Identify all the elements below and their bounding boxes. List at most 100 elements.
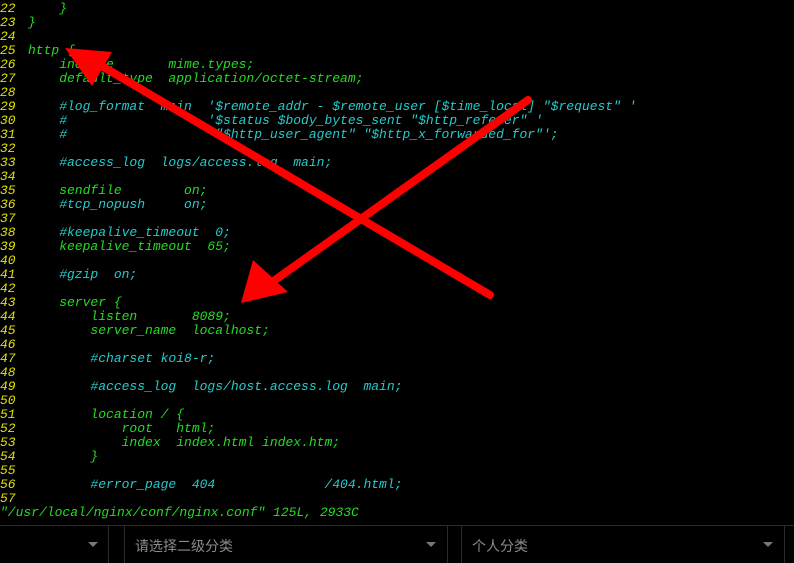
code-comment: #access_log logs/host.access.log main; [28,379,403,394]
code-line: 48 [0,366,28,380]
code-text: index index.html index.htm; [28,435,341,450]
line-number: 30 [0,113,16,128]
code-line: 39 keepalive_timeout 65; [0,240,231,254]
code-line: 43 server { [0,296,122,310]
personal-category-select[interactable]: 个人分类 [461,526,785,563]
line-number: 42 [0,281,16,296]
line-number: 46 [0,337,16,352]
line-number: 35 [0,183,16,198]
code-line: 27 default_type application/octet-stream… [0,72,363,86]
code-line: 42 [0,282,28,296]
code-line: 40 [0,254,28,268]
line-number: 23 [0,15,16,30]
code-line: 50 [0,394,28,408]
line-number: 48 [0,365,16,380]
line-number: 49 [0,379,16,394]
code-line: 36 #tcp_nopush on; [0,198,207,212]
chevron-down-icon [426,542,436,547]
line-number: 40 [0,253,16,268]
line-number: 27 [0,71,16,86]
code-line: 57 [0,492,28,506]
personal-category-value: 个人分类 [472,539,528,555]
code-line: 35 sendfile on; [0,184,207,198]
code-line: 41 #gzip on; [0,268,137,282]
line-number: 47 [0,351,16,366]
code-text: root html; [28,421,216,436]
code-text: server { [28,295,122,310]
code-text: keepalive_timeout 65; [28,239,231,254]
code-text: include mime.types; [28,57,255,72]
line-number: 52 [0,421,16,436]
line-number: 41 [0,267,16,282]
code-comment: #access_log logs/access.log main; [28,155,333,170]
line-number: 37 [0,211,16,226]
line-number: 33 [0,155,16,170]
code-line: 37 [0,212,28,226]
code-line: 34 [0,170,28,184]
code-line: 22 } [0,2,67,16]
line-number: 38 [0,225,16,240]
code-text: location / { [28,407,185,422]
line-number: 29 [0,99,16,114]
code-comment: # '$status $body_bytes_sent "$http_refer… [28,113,543,128]
code-text: } [28,1,68,16]
line-number: 54 [0,449,16,464]
code-line: 54 } [0,450,98,464]
code-line: 45 server_name localhost; [0,324,270,338]
line-number: 32 [0,141,16,156]
code-text: server_name localhost; [28,323,270,338]
chevron-down-icon [763,542,773,547]
code-line: 46 [0,338,28,352]
line-number: 43 [0,295,16,310]
code-line: 31 # '"$http_user_agent" "$http_x_forwar… [0,128,559,142]
code-comment: #error_page 404 /404.html; [28,477,403,492]
code-line: 56 #error_page 404 /404.html; [0,478,402,492]
secondary-category-select[interactable]: 请选择二级分类 [124,526,448,563]
vim-status-line: "/usr/local/nginx/conf/nginx.conf" 125L,… [0,505,359,520]
code-line: 47 #charset koi8-r; [0,352,215,366]
code-comment: # '"$http_user_agent" "$http_x_forwarded… [28,127,559,142]
code-line: 33 #access_log logs/access.log main; [0,156,332,170]
code-line: 55 [0,464,28,478]
code-line: 23} [0,16,36,30]
line-number: 26 [0,57,16,72]
line-number: 50 [0,393,16,408]
line-number: 39 [0,239,16,254]
code-line: 38 #keepalive_timeout 0; [0,226,231,240]
terminal-vim-editor[interactable]: 22 } 23} 24 25 http {26 include mime.types; 2… [0,0,794,524]
code-text: sendfile on; [28,183,208,198]
line-number: 25 [0,43,16,58]
line-number: 31 [0,127,16,142]
code-comment: #log_format main '$remote_addr - $remote… [28,99,637,114]
line-number: 44 [0,309,16,324]
code-line: 51 location / { [0,408,184,422]
line-number: 51 [0,407,16,422]
primary-category-select[interactable] [0,526,109,563]
code-line: 28 [0,86,28,100]
code-line: 25 http { [0,44,75,58]
line-number: 24 [0,29,16,44]
code-text: default_type application/octet-stream; [28,71,364,86]
code-line: 30 # '$status $body_bytes_sent "$http_re… [0,114,543,128]
secondary-category-placeholder: 请选择二级分类 [135,539,233,555]
line-number: 45 [0,323,16,338]
code-line: 53 index index.html index.htm; [0,436,340,450]
code-line: 52 root html; [0,422,215,436]
line-number: 53 [0,435,16,450]
line-number: 28 [0,85,16,100]
code-comment: #keepalive_timeout 0; [28,225,231,240]
line-number: 34 [0,169,16,184]
code-line: 29 #log_format main '$remote_addr - $rem… [0,100,637,114]
code-line: 24 [0,30,28,44]
line-number: 22 [0,1,16,16]
line-number: 56 [0,477,16,492]
code-text: listen 8089; [28,309,231,324]
code-text: } [28,15,36,30]
code-comment: #charset koi8-r; [28,351,216,366]
code-line: 44 listen 8089; [0,310,231,324]
code-text: http { [28,43,75,58]
category-select-bar: 请选择二级分类 个人分类 [0,525,794,563]
code-line: 32 [0,142,28,156]
line-number: 36 [0,197,16,212]
line-number: 55 [0,463,16,478]
